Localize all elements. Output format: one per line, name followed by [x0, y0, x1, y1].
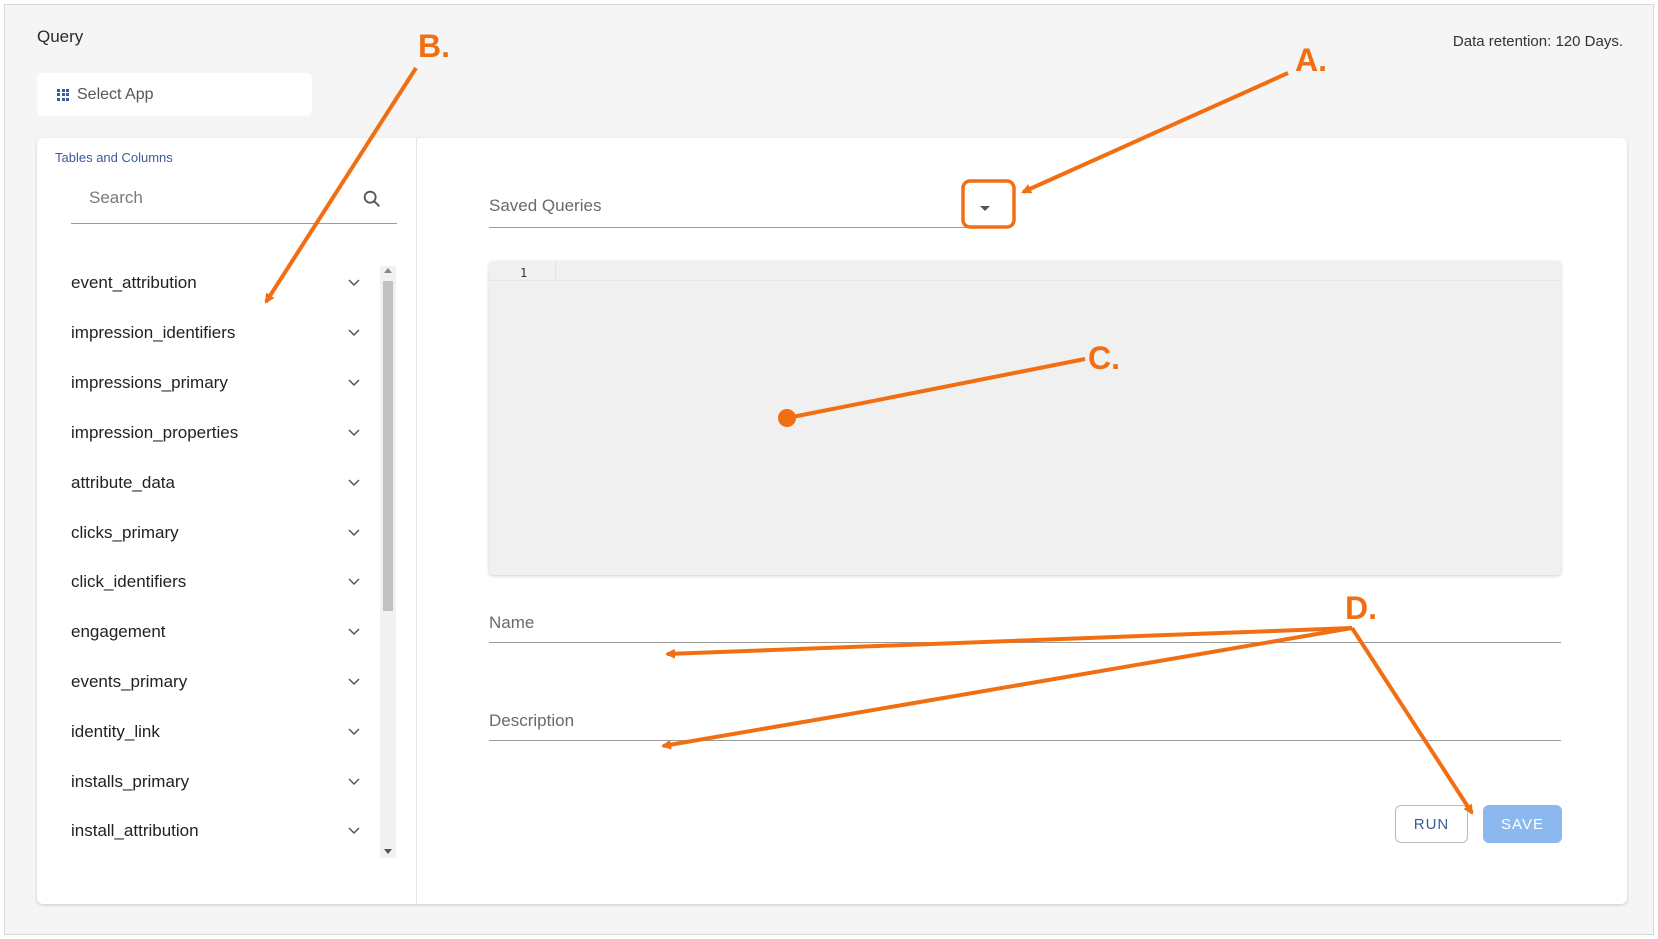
- table-name: attribute_data: [71, 473, 175, 492]
- name-field: [489, 603, 1561, 643]
- table-name: events_primary: [71, 672, 188, 691]
- annotation-label-d: D.: [1345, 590, 1377, 626]
- table-search: [71, 178, 397, 224]
- annotation-label-b: B.: [418, 28, 450, 64]
- data-retention-text: Data retention: 120 Days.: [1452, 33, 1623, 50]
- table-name: impressions_primary: [71, 373, 228, 392]
- dropdown-arrow-icon[interactable]: [980, 206, 990, 211]
- scrollbar-thumb[interactable]: [383, 281, 393, 611]
- chevron-down-icon[interactable]: [347, 675, 361, 689]
- description-field: [489, 701, 1561, 741]
- grid-icon: [57, 88, 69, 101]
- list-item-table[interactable]: impression_identifiers: [71, 318, 361, 348]
- list-item-table[interactable]: engagement: [71, 617, 361, 647]
- app-window: Query Data retention: 120 Days. Select A…: [4, 4, 1654, 935]
- gutter-divider: [555, 261, 556, 281]
- table-name: clicks_primary: [71, 523, 179, 542]
- chevron-down-icon[interactable]: [347, 575, 361, 589]
- chevron-down-icon[interactable]: [347, 276, 361, 290]
- query-card: Tables and Columns event_attribution imp…: [37, 138, 1627, 904]
- sql-editor[interactable]: 1: [489, 261, 1561, 575]
- chevron-down-icon[interactable]: [347, 326, 361, 340]
- select-app-button[interactable]: Select App: [37, 73, 312, 116]
- table-name: impression_properties: [71, 423, 239, 442]
- table-name: click_identifiers: [71, 572, 187, 591]
- table-name: engagement: [71, 622, 166, 641]
- table-search-input[interactable]: [89, 188, 349, 208]
- list-item-table[interactable]: clicks_primary: [71, 518, 361, 548]
- chevron-down-icon[interactable]: [347, 824, 361, 838]
- list-item-table[interactable]: event_attribution: [71, 268, 361, 298]
- active-line-highlight: [489, 261, 1561, 281]
- search-icon[interactable]: [361, 188, 383, 210]
- annotation-label-a: A.: [1295, 42, 1327, 78]
- list-item-table[interactable]: click_identifiers: [71, 567, 361, 597]
- saved-queries-label: Saved Queries: [489, 196, 602, 215]
- list-item-table[interactable]: identity_link: [71, 717, 361, 747]
- save-button[interactable]: SAVE: [1483, 805, 1562, 843]
- select-app-label: Select App: [77, 85, 154, 103]
- table-name: impression_identifiers: [71, 323, 236, 342]
- table-name: installs_primary: [71, 772, 190, 791]
- chevron-down-icon[interactable]: [347, 775, 361, 789]
- list-item-table[interactable]: attribute_data: [71, 468, 361, 498]
- scroll-up-arrow-icon[interactable]: [384, 268, 392, 273]
- tables-heading: Tables and Columns: [55, 150, 173, 165]
- page-title: Query: [37, 27, 84, 46]
- chevron-down-icon[interactable]: [347, 725, 361, 739]
- description-input[interactable]: [489, 711, 1561, 731]
- saved-queries-select[interactable]: Saved Queries: [489, 188, 999, 228]
- tables-panel: Tables and Columns event_attribution imp…: [37, 138, 417, 904]
- query-editor-panel: Saved Queries 1 RUN SAVE: [418, 138, 1627, 904]
- chevron-down-icon[interactable]: [347, 426, 361, 440]
- list-item-table[interactable]: installs_primary: [71, 767, 361, 797]
- chevron-down-icon[interactable]: [347, 476, 361, 490]
- line-number: 1: [520, 266, 528, 280]
- run-button[interactable]: RUN: [1395, 805, 1468, 843]
- table-name: event_attribution: [71, 273, 197, 292]
- chevron-down-icon[interactable]: [347, 376, 361, 390]
- name-input[interactable]: [489, 613, 1561, 633]
- table-name: identity_link: [71, 722, 160, 741]
- annotation-label-c: C.: [1088, 340, 1120, 376]
- scroll-down-arrow-icon[interactable]: [384, 849, 392, 854]
- list-item-table[interactable]: impressions_primary: [71, 368, 361, 398]
- table-list: event_attribution impression_identifiers…: [37, 266, 397, 902]
- chevron-down-icon[interactable]: [347, 526, 361, 540]
- list-item-table[interactable]: impression_properties: [71, 418, 361, 448]
- chevron-down-icon[interactable]: [347, 625, 361, 639]
- list-item-table[interactable]: events_primary: [71, 667, 361, 697]
- list-item-table[interactable]: install_attribution: [71, 816, 361, 846]
- table-name: install_attribution: [71, 821, 199, 840]
